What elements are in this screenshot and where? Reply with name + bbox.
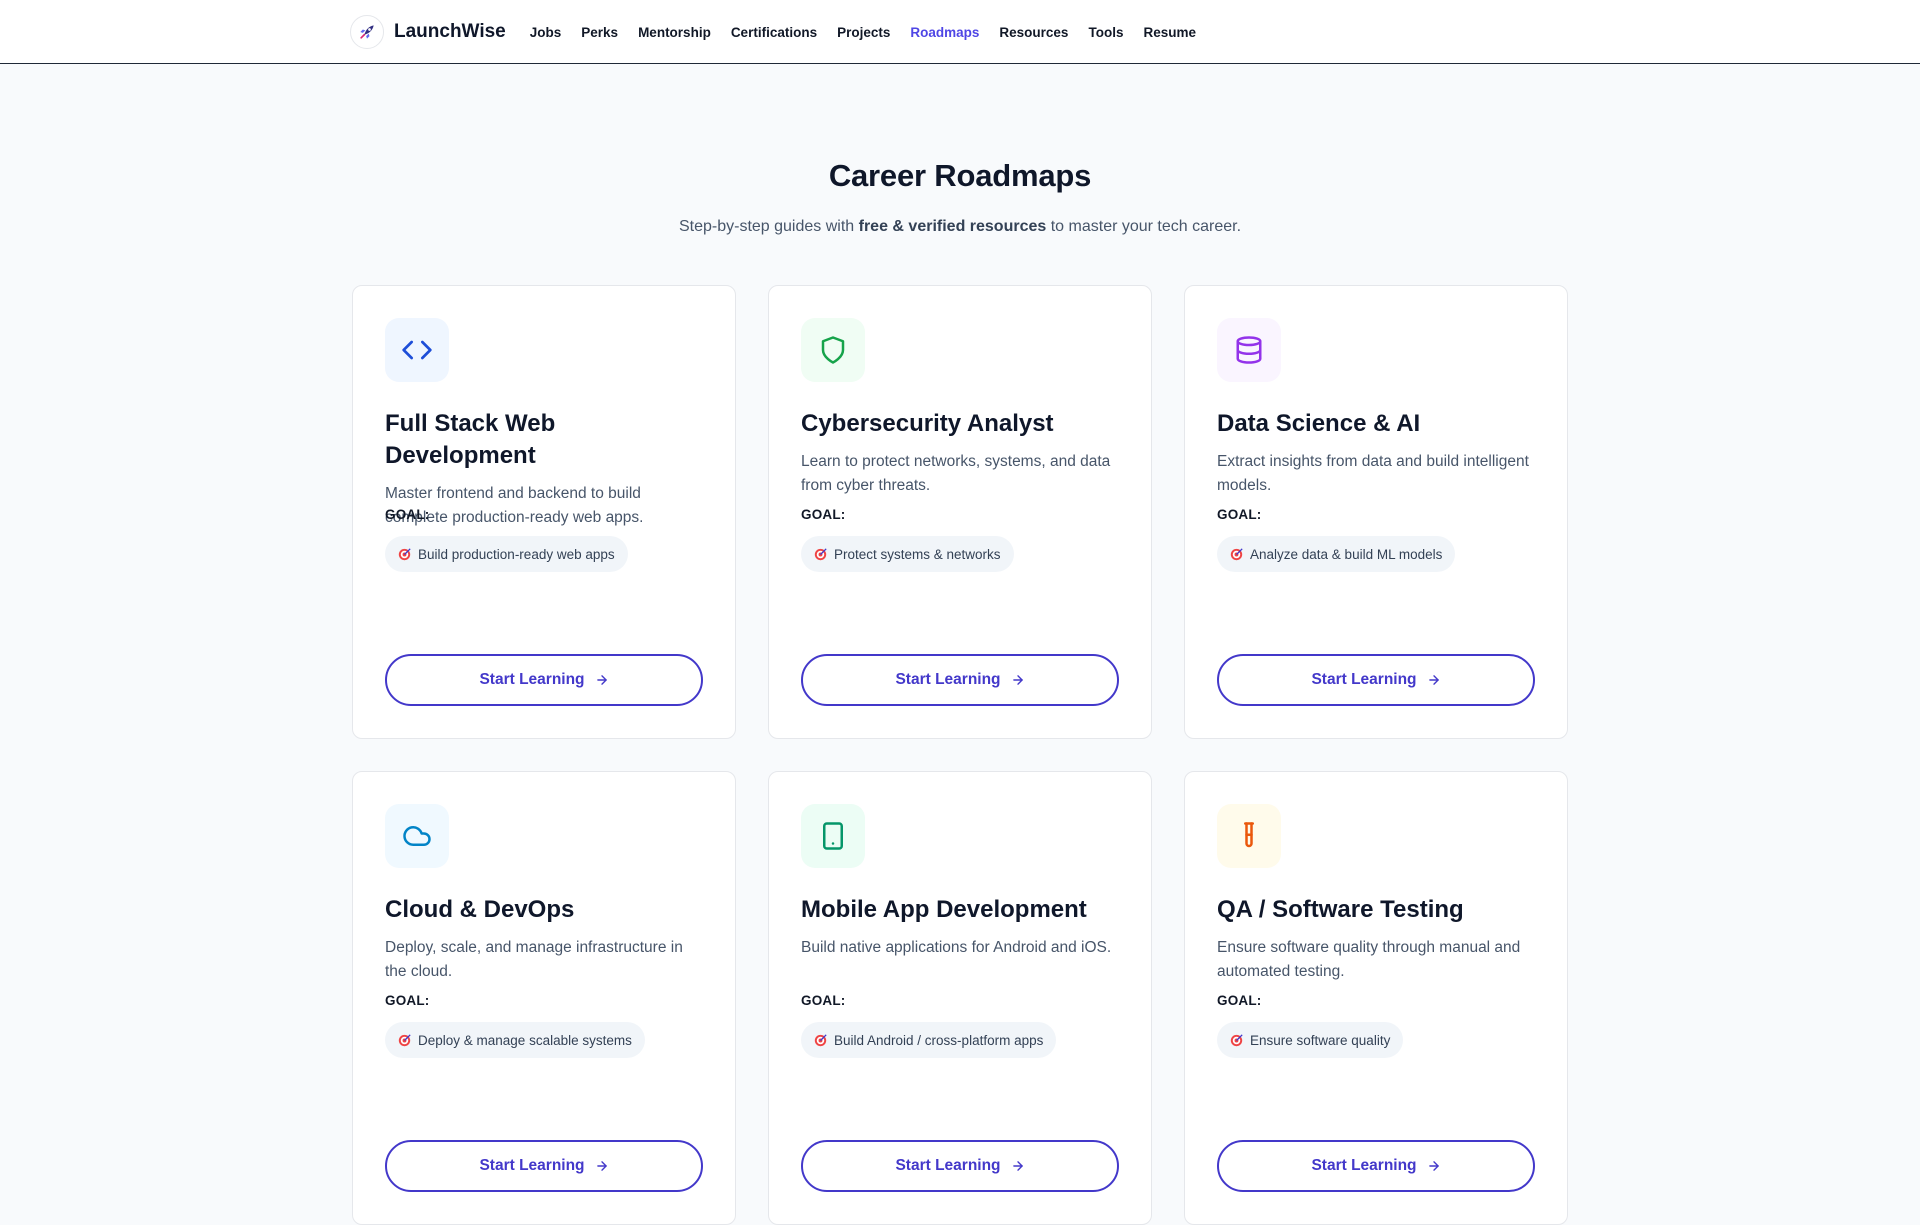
- goal-label: GOAL:: [385, 507, 430, 522]
- arrow-right-icon: [1428, 675, 1439, 685]
- goal-text: Protect systems & networks: [834, 546, 1001, 562]
- goal-pill: Build production-ready web apps: [385, 536, 628, 572]
- top-navbar: LaunchWise Jobs Perks Mentorship Certifi…: [0, 0, 1920, 64]
- card-title: Full Stack Web Development: [385, 410, 556, 469]
- goal-block: GOAL: Protect systems & networks: [801, 507, 1014, 572]
- goal-label: GOAL:: [801, 507, 846, 522]
- card-title: QA / Software Testing: [1217, 896, 1464, 923]
- card-icon-box: [801, 318, 865, 382]
- start-learning-label: Start Learning: [895, 1157, 1001, 1174]
- start-learning-button[interactable]: Start Learning: [1217, 654, 1535, 706]
- goal-block: GOAL: Ensure software quality: [1217, 993, 1404, 1058]
- card-icon-box: [1217, 318, 1281, 382]
- card-icon-box: [1217, 804, 1281, 868]
- start-learning-button[interactable]: Start Learning: [1217, 1140, 1535, 1192]
- arrow-right-icon: [596, 675, 607, 685]
- target-icon: [398, 1033, 411, 1046]
- cloud-icon: [403, 826, 431, 846]
- start-learning-label: Start Learning: [1311, 671, 1417, 688]
- goal-block: GOAL: Analyze data & build ML models: [1217, 507, 1456, 572]
- card-description: Ensure software quality through manual a…: [1217, 939, 1521, 980]
- nav-link-perks[interactable]: Perks: [581, 25, 618, 40]
- arrow-right-icon: [1428, 1161, 1439, 1171]
- roadmap-card: Cloud & DevOps Deploy, scale, and manage…: [352, 771, 736, 1225]
- goal-text: Deploy & manage scalable systems: [418, 1032, 632, 1048]
- roadmap-card: Mobile App Development Build native appl…: [768, 771, 1152, 1225]
- target-icon: [814, 547, 827, 560]
- goal-label: GOAL:: [385, 993, 430, 1008]
- start-learning-label: Start Learning: [479, 671, 585, 688]
- nav-link-resume[interactable]: Resume: [1143, 25, 1196, 40]
- start-learning-button[interactable]: Start Learning: [385, 654, 703, 706]
- goal-text: Ensure software quality: [1250, 1032, 1391, 1048]
- card-description: Extract insights from data and build int…: [1217, 453, 1529, 494]
- goal-pill: Build Android / cross-platform apps: [801, 1022, 1057, 1058]
- card-icon-box: [385, 804, 449, 868]
- test-tube-icon: [1244, 822, 1254, 848]
- nav-link-tools[interactable]: Tools: [1088, 25, 1123, 40]
- card-icon-box: [801, 804, 865, 868]
- target-icon: [1230, 547, 1243, 560]
- nav-link-roadmaps[interactable]: Roadmaps: [910, 25, 979, 40]
- hero-section: Career Roadmaps Step-by-step guides with…: [0, 158, 1920, 236]
- start-learning-button[interactable]: Start Learning: [801, 1140, 1119, 1192]
- start-learning-button[interactable]: Start Learning: [385, 1140, 703, 1192]
- page-title: Career Roadmaps: [828, 158, 1092, 193]
- goal-text: Analyze data & build ML models: [1250, 546, 1443, 562]
- roadmap-card: Cybersecurity Analyst Learn to protect n…: [768, 285, 1152, 739]
- arrow-right-icon: [596, 1161, 607, 1171]
- start-learning-label: Start Learning: [895, 671, 1001, 688]
- shield-icon: [821, 336, 845, 364]
- target-icon: [1230, 1033, 1243, 1046]
- goal-label: GOAL:: [1217, 993, 1262, 1008]
- target-icon: [814, 1033, 827, 1046]
- goal-pill: Protect systems & networks: [801, 536, 1014, 572]
- card-icon-box: [385, 318, 449, 382]
- roadmap-grid: Full Stack Web Development Master fronte…: [352, 285, 1568, 1225]
- start-learning-label: Start Learning: [1311, 1157, 1417, 1174]
- page-subtitle: Step-by-step guides with free & verified…: [0, 218, 1920, 236]
- roadmap-card: Data Science & AI Extract insights from …: [1184, 285, 1568, 739]
- roadmap-card: Full Stack Web Development Master fronte…: [352, 285, 736, 739]
- roadmap-card: QA / Software Testing Ensure software qu…: [1184, 771, 1568, 1225]
- target-icon: [398, 547, 411, 560]
- start-learning-label: Start Learning: [479, 1157, 585, 1174]
- brand-name: LaunchWise: [394, 21, 506, 42]
- arrow-right-icon: [1012, 675, 1023, 685]
- arrow-right-icon: [1012, 1161, 1023, 1171]
- goal-pill: Analyze data & build ML models: [1217, 536, 1456, 572]
- goal-text: Build production-ready web apps: [418, 546, 615, 562]
- subtitle-highlight: free & verified resources: [858, 218, 1047, 235]
- nav-link-mentorship[interactable]: Mentorship: [638, 25, 711, 40]
- card-title: Mobile App Development: [801, 896, 1087, 923]
- start-learning-button[interactable]: Start Learning: [801, 654, 1119, 706]
- card-description: Deploy, scale, and manage infrastructure…: [385, 939, 683, 980]
- goal-block: GOAL: Deploy & manage scalable systems: [385, 993, 645, 1058]
- nav-container: LaunchWise Jobs Perks Mentorship Certifi…: [350, 0, 1216, 64]
- goal-block: GOAL: Build Android / cross-platform app…: [801, 993, 1057, 1058]
- nav-link-jobs[interactable]: Jobs: [530, 25, 562, 40]
- goal-pill: Deploy & manage scalable systems: [385, 1022, 645, 1058]
- subtitle-text-start: Step-by-step guides with: [678, 218, 859, 235]
- database-icon: [1236, 336, 1262, 364]
- nav-link-resources[interactable]: Resources: [999, 25, 1068, 40]
- rocket-logo-icon: [350, 15, 384, 49]
- goal-pill: Ensure software quality: [1217, 1022, 1404, 1058]
- tablet-icon: [823, 822, 843, 850]
- goal-label: GOAL:: [801, 993, 846, 1008]
- nav-link-certifications[interactable]: Certifications: [731, 25, 817, 40]
- brand[interactable]: LaunchWise: [350, 15, 506, 49]
- goal-block: GOAL: Build production-ready web apps: [385, 507, 628, 572]
- subtitle-text-end: to master your tech career.: [1046, 218, 1242, 235]
- card-description: Learn to protect networks, systems, and …: [801, 453, 1111, 494]
- goal-text: Build Android / cross-platform apps: [834, 1032, 1044, 1048]
- card-title: Data Science & AI: [1217, 410, 1421, 437]
- card-title: Cybersecurity Analyst: [801, 410, 1054, 437]
- goal-label: GOAL:: [1217, 507, 1262, 522]
- code-icon: [402, 340, 432, 360]
- card-title: Cloud & DevOps: [385, 896, 575, 923]
- nav-link-projects[interactable]: Projects: [837, 25, 890, 40]
- card-description: Build native applications for Android an…: [801, 939, 1112, 956]
